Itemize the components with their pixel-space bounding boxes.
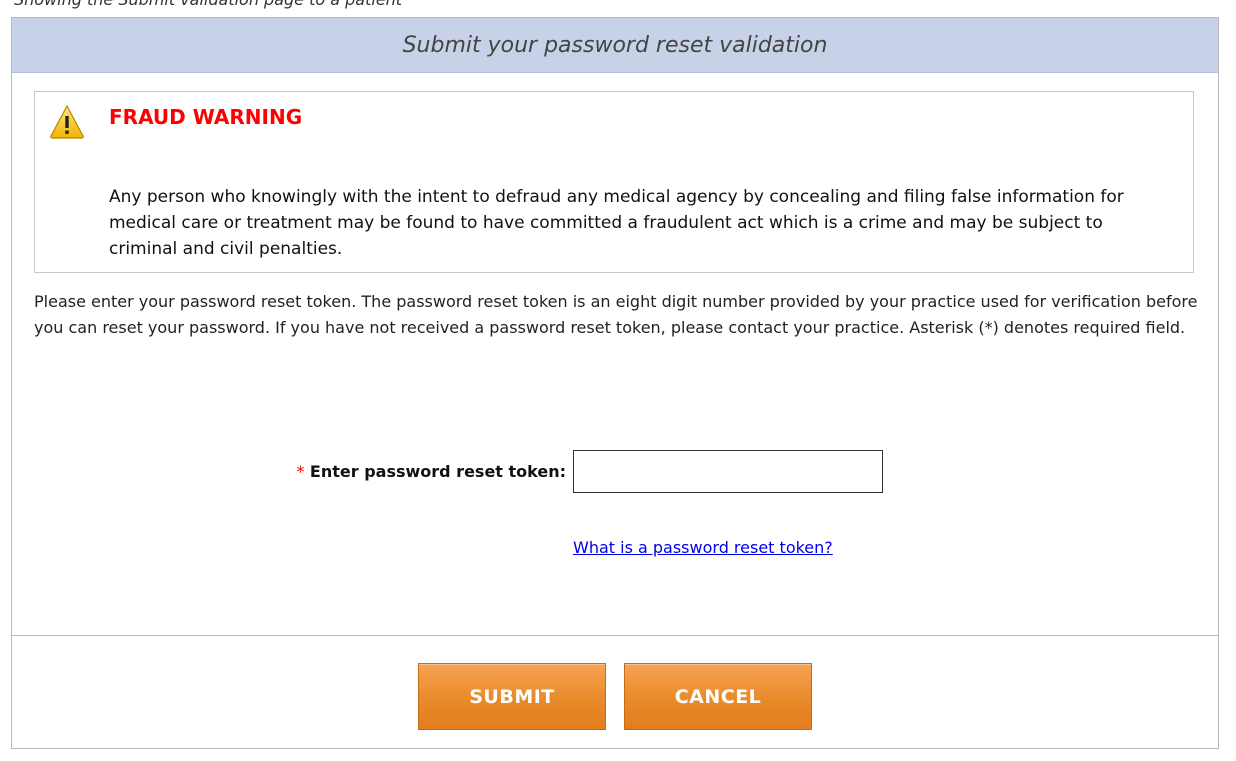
cancel-button[interactable]: CANCEL: [624, 663, 812, 730]
warning-triangle-icon: [50, 104, 84, 139]
panel-header: Submit your password reset validation: [12, 18, 1218, 73]
password-reset-token-input[interactable]: [573, 450, 883, 493]
token-label: * Enter password reset token:: [296, 462, 566, 481]
fraud-warning-box: FRAUD WARNING Any person who knowingly w…: [34, 91, 1194, 273]
panel-title: Submit your password reset validation: [402, 32, 828, 58]
password-reset-panel: Submit your password reset validation FR…: [11, 17, 1219, 636]
page-top-caption-text: Showing the Submit validation page to a …: [14, 0, 402, 9]
button-footer: SUBMIT CANCEL: [11, 636, 1219, 749]
fraud-warning-title: FRAUD WARNING: [109, 105, 303, 129]
password-reset-token-help-link[interactable]: What is a password reset token?: [573, 538, 833, 557]
fraud-warning-text: Any person who knowingly with the intent…: [109, 187, 1124, 259]
token-label-text: Enter password reset token:: [309, 462, 566, 481]
required-marker: *: [296, 462, 305, 481]
page-top-caption: Showing the Submit validation page to a …: [0, 0, 1236, 14]
token-row: * Enter password reset token:: [34, 450, 1204, 496]
instructions-text: Please enter your password reset token. …: [34, 292, 1198, 337]
submit-button[interactable]: SUBMIT: [418, 663, 606, 730]
